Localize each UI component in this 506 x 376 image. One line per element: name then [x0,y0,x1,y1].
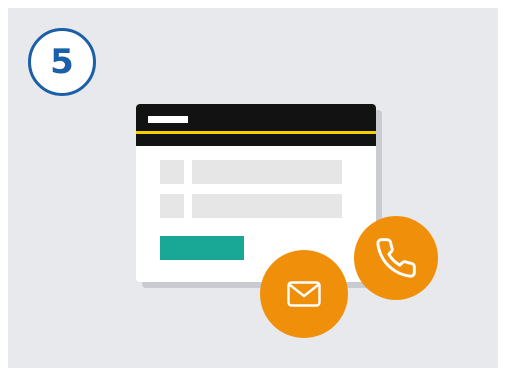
header-accent-line [136,131,376,134]
window-header [136,104,376,146]
header-title-placeholder [148,116,188,123]
step-number: 5 [50,42,74,82]
envelope-icon [287,281,321,307]
form-field-placeholder-1 [192,160,342,184]
form-label-placeholder-2 [160,194,184,218]
form-field-placeholder-2 [192,194,342,218]
browser-window-illustration [136,104,376,282]
form-label-placeholder-1 [160,160,184,184]
phone-icon [376,238,416,278]
submit-button-placeholder [160,236,244,260]
step-number-badge: 5 [28,28,96,96]
mail-contact-circle [260,250,348,338]
phone-contact-circle [354,216,438,300]
